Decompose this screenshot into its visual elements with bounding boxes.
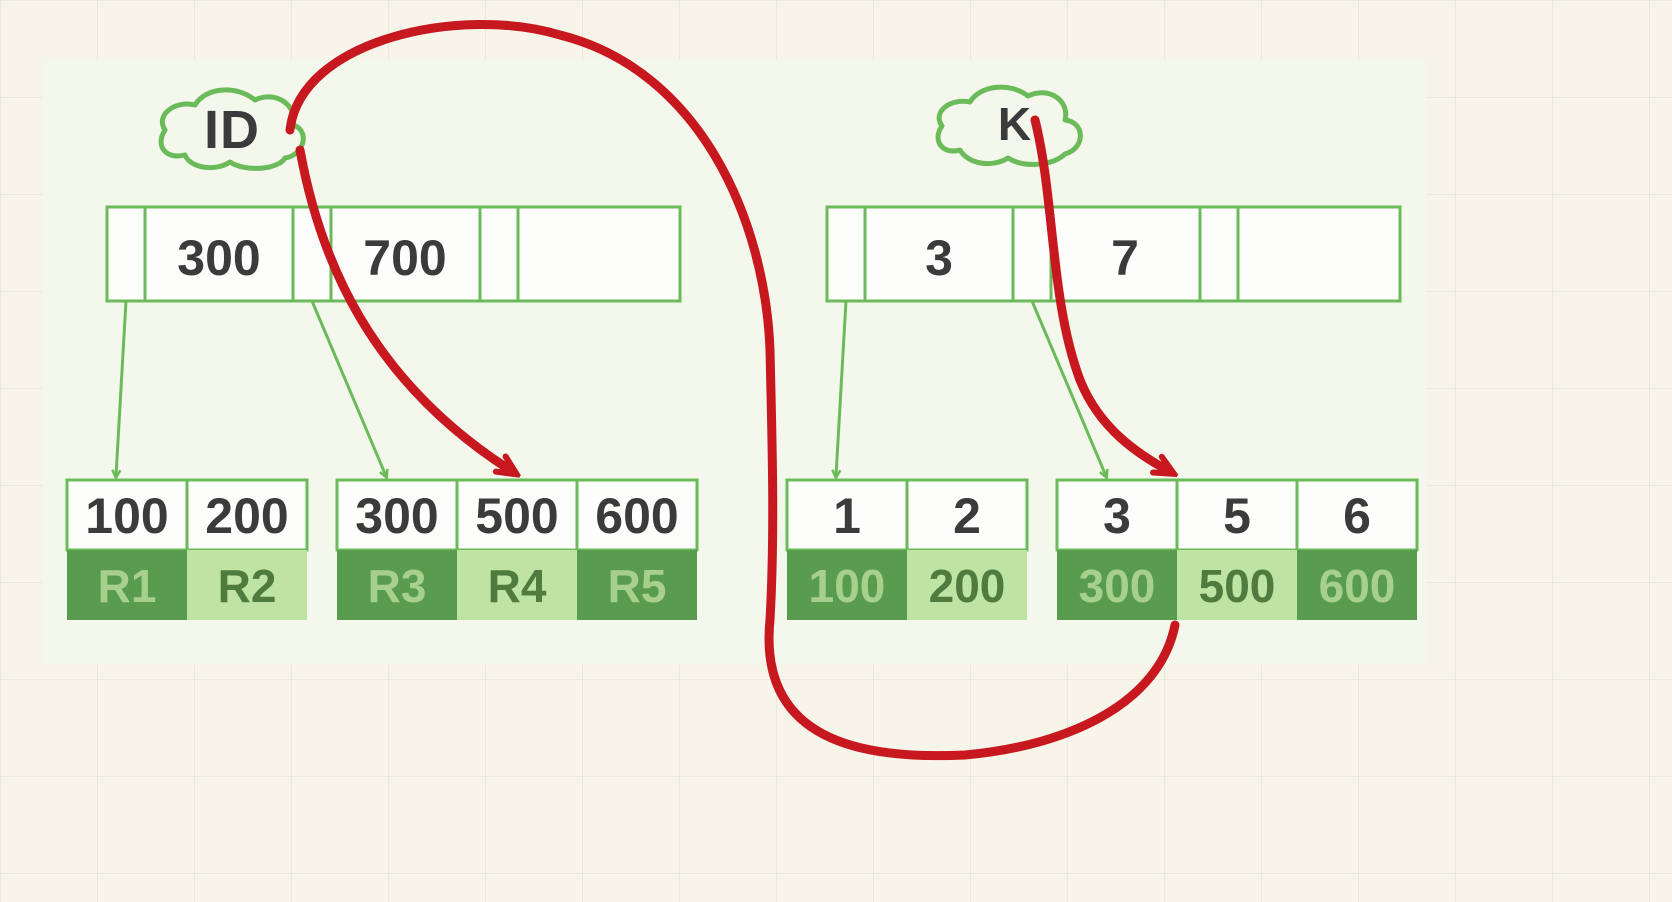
leaf-left-2-key-0: 300: [355, 488, 438, 544]
root-key-left-0: 300: [177, 230, 260, 286]
label-k: K: [998, 98, 1032, 150]
leaf-left-2-key-2: 600: [595, 488, 678, 544]
leaf-left-2-key-1: 500: [475, 488, 558, 544]
leaf-right-2-val-1: 500: [1199, 560, 1276, 612]
leaf-right-1: 1 2 100 200: [787, 480, 1027, 620]
leaf-right-1-val-0: 100: [809, 560, 886, 612]
pointer-right-0: [836, 301, 846, 476]
leaf-right-1-key-1: 2: [953, 488, 981, 544]
diagram-svg: ID 300 700 100 200 R1 R2 300 500 600: [0, 0, 1672, 902]
leaf-left-1-key-1: 200: [205, 488, 288, 544]
root-node-right: 3 7: [827, 207, 1400, 301]
red-arrow-to-500-left: [300, 150, 510, 470]
leaf-left-1-val-1: R2: [218, 560, 277, 612]
leaf-left-2-val-2: R5: [608, 560, 667, 612]
leaf-left-1: 100 200 R1 R2: [67, 480, 307, 620]
label-id: ID: [204, 100, 260, 160]
root-key-left-1: 700: [363, 230, 446, 286]
leaf-left-2-val-0: R3: [368, 560, 427, 612]
root-node-left: 300 700: [107, 207, 680, 301]
leaf-left-2: 300 500 600 R3 R4 R5: [337, 480, 697, 620]
leaf-right-1-val-1: 200: [929, 560, 1006, 612]
leaf-right-1-key-0: 1: [833, 488, 861, 544]
leaf-right-2-key-1: 5: [1223, 488, 1251, 544]
root-key-right-1: 7: [1111, 230, 1139, 286]
leaf-right-2-key-0: 3: [1103, 488, 1131, 544]
label-cloud-id: ID: [161, 90, 303, 169]
pointer-left-0: [116, 301, 126, 476]
label-cloud-k: K: [938, 87, 1080, 164]
leaf-right-2-val-2: 600: [1319, 560, 1396, 612]
root-key-right-0: 3: [925, 230, 953, 286]
pointer-left-1: [312, 301, 386, 476]
leaf-left-1-val-0: R1: [98, 560, 157, 612]
leaf-left-2-val-1: R4: [488, 560, 547, 612]
leaf-right-2-val-0: 300: [1079, 560, 1156, 612]
leaf-right-2-key-2: 6: [1343, 488, 1371, 544]
leaf-left-1-key-0: 100: [85, 488, 168, 544]
leaf-right-2: 3 5 6 300 500 600: [1057, 480, 1417, 620]
